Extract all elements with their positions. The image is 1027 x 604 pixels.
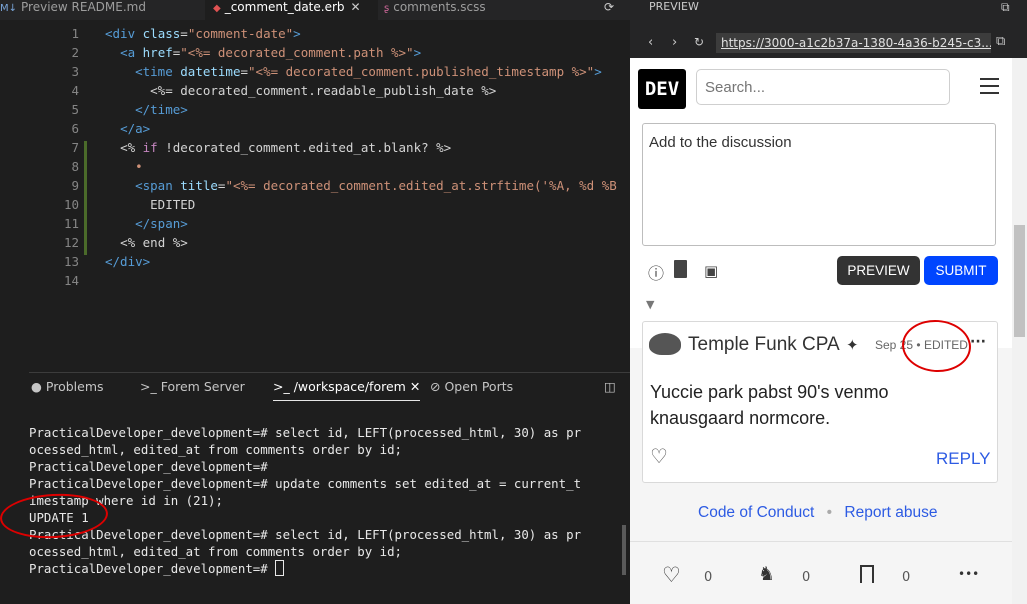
code-line: <% end %> — [120, 235, 188, 250]
close-icon[interactable]: ✕ — [410, 379, 420, 394]
comment-author[interactable]: Temple Funk CPA — [688, 334, 840, 356]
terminal-line: ocessed_html, edited_at from comments or… — [29, 544, 402, 559]
tab-workspace-forem[interactable]: >_ /workspace/forem ✕ — [273, 379, 421, 401]
footer-links: Code of Conduct • Report abuse — [698, 504, 938, 521]
code-line: <time datetime="<%= decorated_comment.pu… — [135, 64, 602, 79]
split-panel-icon[interactable]: ◫ — [604, 379, 616, 394]
code-line: <div class="comment-date"> — [105, 26, 301, 41]
info-icon[interactable]: ⓘ — [648, 260, 664, 284]
more-icon[interactable]: ••• — [958, 567, 979, 581]
terminal-line: UPDATE 1 — [29, 510, 89, 525]
preview-scroll-thumb[interactable] — [1014, 225, 1025, 337]
code-line: • — [135, 159, 143, 174]
panel-tab-bar: ● Problems >_ Forem Server >_ /workspace… — [29, 372, 630, 401]
terminal-line: PracticalDeveloper_development=# select … — [29, 425, 582, 440]
search-input[interactable] — [696, 69, 950, 105]
like-count: 0 — [704, 570, 713, 585]
info-icon: ● — [31, 379, 42, 394]
port-icon: ⊘ — [430, 379, 441, 394]
open-external-icon[interactable]: ⧉ — [1001, 0, 1010, 15]
editor-tab-bar: M↓ Preview README.md ◆ _comment_date.erb ✕ … — [0, 0, 630, 20]
reaction-bar — [630, 541, 1012, 604]
terminal-line: PracticalDeveloper_development=# — [29, 459, 268, 474]
heart-icon[interactable]: ♡ — [650, 444, 668, 468]
code-line: <%= decorated_comment.readable_publish_d… — [150, 83, 497, 98]
dev-page: DEV Add to the discussion ⓘ ▣ PREVIEW SU… — [630, 58, 1012, 604]
terminal-line: PracticalDeveloper_development=# select … — [29, 527, 582, 542]
unicorn-count: 0 — [802, 570, 811, 585]
terminal-icon: >_ — [273, 379, 290, 394]
terminal-line: ocessed_html, edited_at from comments or… — [29, 442, 402, 457]
code-line: <% if !decorated_comment.edited_at.blank… — [120, 140, 452, 155]
tab-comments-scss[interactable]: ʂ comments.scss — [378, 0, 544, 20]
code-line: </div> — [105, 254, 151, 269]
avatar[interactable] — [649, 333, 681, 355]
ruby-icon: ◆ — [213, 3, 221, 14]
preview-header: PREVIEW ⧉ — [630, 0, 1027, 30]
terminal-line: imestamp where id in (21); — [29, 493, 223, 508]
tab-forem-server[interactable]: >_ Forem Server — [140, 379, 245, 394]
code-line: <a href="<%= decorated_comment.path %>"> — [120, 45, 422, 60]
document-icon[interactable] — [674, 260, 687, 278]
unicorn-icon[interactable]: ♞ — [758, 563, 775, 585]
code-line: EDITED — [150, 197, 196, 212]
comment-textarea[interactable]: Add to the discussion — [642, 123, 996, 246]
reply-button[interactable]: REPLY — [936, 449, 991, 469]
git-change-gutter — [84, 141, 87, 255]
terminal-prompt-line: PracticalDeveloper_development=# — [29, 560, 625, 577]
code-line: </a> — [120, 121, 151, 136]
terminal[interactable]: PracticalDeveloper_development=# select … — [29, 424, 625, 577]
url-input[interactable]: https://3000-a1c2b37a-1380-4a36-b245-c3.… — [716, 33, 991, 53]
open-in-browser-icon[interactable]: ⧉ — [996, 34, 1005, 49]
close-icon[interactable]: ✕ — [351, 0, 361, 14]
image-icon[interactable]: ▣ — [704, 262, 718, 280]
comment-body: Yuccie park pabst 90's venmo knausgaard … — [650, 382, 889, 428]
terminal-line: PracticalDeveloper_development=# update … — [29, 476, 582, 491]
reload-icon[interactable]: ↻ — [694, 35, 704, 49]
twitter-icon[interactable]: ✦ — [846, 336, 859, 354]
like-icon[interactable]: ♡ — [662, 563, 681, 587]
preview-title: PREVIEW — [649, 0, 699, 13]
comment-more-button[interactable]: ··· — [970, 334, 986, 350]
code-line: </span> — [135, 216, 188, 231]
code-of-conduct-link[interactable]: Code of Conduct — [698, 504, 814, 521]
collapse-toggle-icon[interactable]: ▼ — [646, 298, 654, 311]
preview-button[interactable]: PREVIEW — [837, 256, 920, 285]
dev-logo[interactable]: DEV — [638, 69, 686, 109]
code-editor[interactable]: 1 2 3 4 5 6 7 8 9 10 11 12 13 14 <div cl… — [29, 22, 630, 372]
report-abuse-link[interactable]: Report abuse — [844, 504, 937, 521]
code-line: </time> — [135, 102, 188, 117]
back-icon[interactable]: ‹ — [648, 35, 653, 50]
tab-open-ports[interactable]: ⊘ Open Ports — [430, 379, 513, 394]
submit-button[interactable]: SUBMIT — [924, 256, 998, 285]
bookmark-count: 0 — [902, 570, 911, 585]
tab-problems[interactable]: ● Problems — [31, 379, 104, 394]
tab-preview-readme[interactable]: M↓ Preview README.md — [0, 0, 200, 20]
terminal-scrollbar[interactable] — [622, 525, 626, 575]
terminal-cursor — [275, 560, 285, 576]
bookmark-icon[interactable] — [860, 565, 874, 583]
sass-icon: ʂ — [384, 3, 390, 14]
markdown-icon: M↓ — [0, 3, 18, 14]
refresh-icon[interactable]: ⟳ — [604, 0, 614, 14]
code-line: <span title="<%= decorated_comment.edite… — [135, 178, 617, 193]
hamburger-menu-icon[interactable] — [980, 78, 999, 94]
forward-icon[interactable]: › — [672, 35, 677, 50]
terminal-icon: >_ — [140, 379, 157, 394]
tab-comment-date[interactable]: ◆ _comment_date.erb ✕ — [205, 0, 378, 20]
